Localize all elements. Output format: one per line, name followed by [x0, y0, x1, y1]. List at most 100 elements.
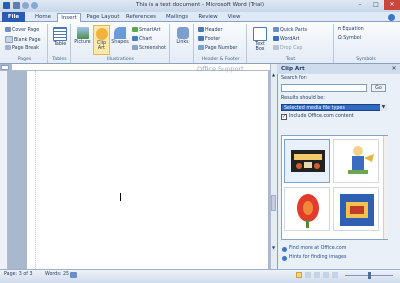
results-label: Results should be:	[281, 96, 325, 101]
view-draft-icon[interactable]	[332, 272, 338, 278]
tab-mailings[interactable]: Mailings	[163, 13, 191, 22]
page-break-button[interactable]: Page Break	[5, 45, 39, 51]
clip-art-machine-image	[291, 150, 325, 172]
picture-button[interactable]: Picture	[74, 27, 91, 45]
clip-art-flower-image	[297, 194, 319, 228]
clip-art-thumb[interactable]	[284, 187, 330, 231]
shapes-button[interactable]: Shapes	[111, 27, 129, 45]
view-full-screen-icon[interactable]	[305, 272, 311, 278]
smartart-icon	[132, 27, 138, 32]
window-title: This is a test document - Microsoft Word…	[136, 2, 264, 8]
document-page[interactable]	[27, 71, 268, 269]
include-office-checkbox[interactable]: ✓	[281, 114, 287, 120]
blank-page-icon	[5, 36, 13, 43]
view-print-layout-icon[interactable]	[296, 272, 302, 278]
clip-art-thumb[interactable]	[333, 187, 379, 231]
include-label: Include Office.com content	[289, 114, 354, 119]
scroll-up-icon[interactable]: ▲	[271, 72, 276, 77]
clip-art-button[interactable]: Clip Art	[93, 25, 110, 55]
clip-art-thumb[interactable]	[284, 139, 330, 183]
equation-button[interactable]: π Equation	[338, 27, 364, 32]
view-outline-icon[interactable]	[323, 272, 329, 278]
text-box-icon	[253, 27, 267, 41]
go-button[interactable]: Go	[371, 84, 386, 92]
group-illustrations: Picture Clip Art Shapes SmartArt Chart S…	[72, 24, 170, 63]
ghost-text: Office Support	[197, 65, 244, 73]
group-label-tables: Tables	[52, 57, 67, 62]
clip-art-figure-image	[348, 146, 374, 174]
wordart-button[interactable]: WordArt	[273, 36, 299, 42]
find-more-link[interactable]: Find more at Office.com	[289, 246, 346, 251]
results-dropdown[interactable]: Selected media file types	[281, 104, 387, 111]
help-icon[interactable]	[388, 14, 395, 21]
tab-references[interactable]: References	[124, 13, 158, 22]
tab-view[interactable]: View	[224, 13, 244, 22]
screenshot-icon	[132, 45, 138, 50]
links-icon	[176, 27, 189, 39]
pane-close-icon[interactable]: ✕	[390, 65, 398, 73]
maximize-button[interactable]: □	[368, 0, 384, 10]
drop-cap-icon	[273, 45, 279, 50]
pi-icon: π	[338, 27, 341, 32]
table-button[interactable]: Table	[51, 27, 69, 47]
clip-art-scene-image	[340, 194, 374, 226]
screenshot-button[interactable]: Screenshot	[132, 45, 166, 51]
word-count[interactable]: Words: 25	[45, 272, 69, 277]
header-button[interactable]: Header	[198, 27, 222, 33]
footer-icon	[198, 36, 204, 41]
group-text: Text Box Quick Parts WordArt Drop Cap Te…	[248, 24, 334, 63]
page-number-icon	[198, 45, 204, 50]
wordart-icon	[273, 36, 279, 41]
blank-page-button[interactable]: Blank Page	[5, 36, 41, 43]
proofing-icon[interactable]	[70, 272, 77, 278]
chart-icon	[132, 36, 138, 41]
footer-button[interactable]: Footer	[198, 36, 220, 42]
hints-link[interactable]: Hints for finding images	[289, 255, 347, 260]
results-scrollbar[interactable]	[383, 136, 388, 239]
scroll-thumb[interactable]	[271, 195, 276, 211]
tab-file[interactable]: File	[2, 12, 25, 22]
chevron-down-icon[interactable]: ▼	[380, 104, 387, 111]
tab-insert[interactable]: Insert	[57, 13, 81, 22]
page-break-icon	[5, 45, 11, 50]
chart-button[interactable]: Chart	[132, 36, 152, 42]
text-cursor	[120, 193, 121, 201]
minimize-button[interactable]: –	[352, 0, 368, 10]
group-label-text: Text	[285, 57, 296, 62]
group-label-illustrations: Illustrations	[107, 57, 134, 62]
search-input[interactable]	[281, 84, 367, 92]
vertical-ruler[interactable]	[0, 71, 8, 269]
page-number-button[interactable]: Page Number	[198, 45, 237, 51]
tab-home[interactable]: Home	[32, 13, 54, 22]
text-box-button[interactable]: Text Box	[250, 27, 270, 52]
quick-parts-icon	[273, 27, 279, 32]
page-count[interactable]: Page: 3 of 3	[4, 272, 33, 277]
clip-art-thumb[interactable]	[333, 139, 379, 183]
drop-cap-button[interactable]: Drop Cap	[273, 45, 302, 51]
pane-title: Clip Art	[277, 64, 400, 74]
tab-page-layout[interactable]: Page Layout	[86, 13, 120, 22]
hints-icon	[282, 256, 287, 261]
cover-page-icon	[5, 27, 11, 32]
cover-page-button[interactable]: Cover Page	[5, 27, 39, 33]
close-button[interactable]: ✕	[384, 0, 400, 10]
group-pages: Cover Page Blank Page Page Break Pages	[2, 24, 48, 63]
tab-review[interactable]: Review	[196, 13, 220, 22]
shapes-icon	[114, 27, 126, 39]
header-icon	[198, 27, 204, 32]
scroll-down-icon[interactable]: ▼	[271, 245, 276, 250]
group-label-symbols: Symbols	[356, 57, 376, 62]
group-label-pages: Pages	[17, 57, 32, 62]
document-scrollbar[interactable]	[270, 64, 277, 269]
smartart-button[interactable]: SmartArt	[132, 27, 161, 33]
view-web-layout-icon[interactable]	[314, 272, 320, 278]
ruler-toggle-icon[interactable]	[1, 65, 9, 70]
links-button[interactable]: Links	[173, 27, 192, 45]
clip-art-icon	[95, 28, 108, 40]
group-tables: Table Tables	[49, 24, 71, 63]
zoom-slider-thumb[interactable]	[368, 272, 371, 279]
quick-parts-button[interactable]: Quick Parts	[273, 27, 307, 33]
picture-icon	[76, 27, 89, 39]
symbol-button[interactable]: Ω Symbol	[338, 36, 361, 41]
group-links: Links	[171, 24, 194, 63]
